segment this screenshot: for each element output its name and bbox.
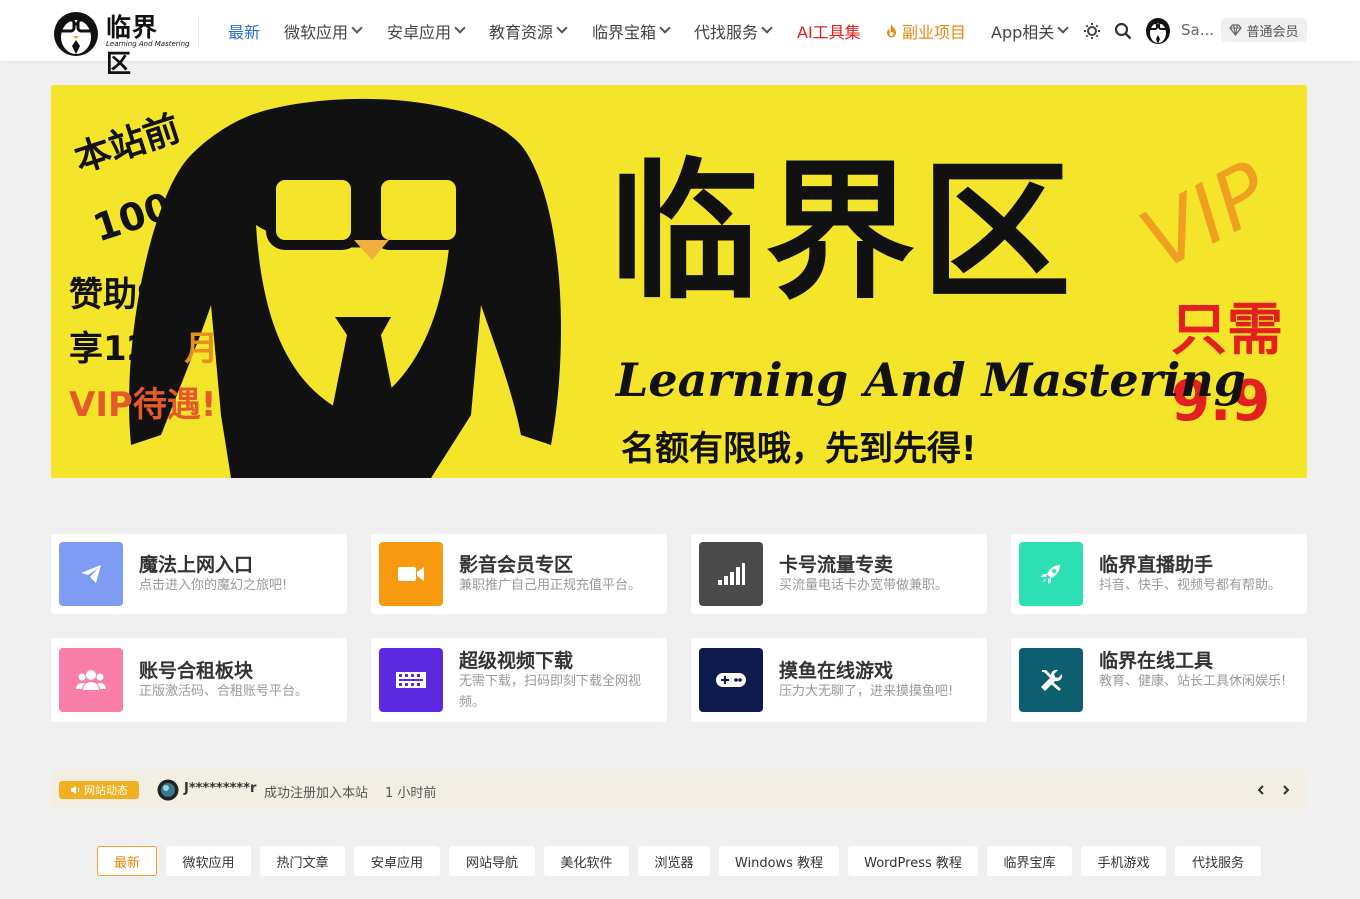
nav-item-treasure-box[interactable]: 临界宝箱 (592, 0, 671, 61)
nav-item-ai-tools[interactable]: AI工具集 (797, 0, 861, 61)
banner-left-line3: 赞助9.9 (69, 275, 198, 315)
site-activity-ticker: 网站动态 J*********r 成功注册加入本站 1 小时前 (51, 770, 1307, 810)
card-title: 卡号流量专卖 (779, 554, 894, 576)
avatar[interactable] (1144, 15, 1172, 45)
feature-card-live-assistant[interactable]: 临界直播助手 抖音、快手、视频号都有帮助。 (1011, 534, 1307, 614)
header-divider (198, 16, 199, 46)
search-icon[interactable] (1114, 22, 1132, 40)
tab-windows-tutorials[interactable]: Windows 教程 (719, 846, 839, 876)
video-camera-icon (379, 542, 443, 606)
user-name[interactable]: Sa... (1181, 21, 1214, 39)
tab-browsers[interactable]: 浏览器 (638, 846, 710, 876)
diamond-icon (1229, 24, 1243, 36)
card-title: 影音会员专区 (459, 554, 574, 576)
site-header: 临界区 Learning And Mastering 最新 微软应用 安卓应用 … (0, 0, 1360, 78)
chevron-right-icon[interactable] (1280, 784, 1292, 796)
tools-icon (1019, 648, 1083, 712)
speaker-icon (71, 786, 80, 794)
nav-item-android-apps[interactable]: 安卓应用 (387, 0, 466, 61)
nav-item-search-service[interactable]: 代找服务 (694, 0, 773, 61)
paper-plane-icon (59, 542, 123, 606)
gamepad-icon (699, 648, 763, 712)
nav-item-side-projects[interactable]: 副业项目 (884, 0, 966, 61)
flame-icon (887, 23, 896, 37)
tab-treasure-library[interactable]: 临界宝库 (987, 846, 1072, 876)
logo-tagline: Learning And Mastering (106, 40, 190, 48)
chevron-down-icon (351, 21, 363, 34)
card-title: 超级视频下载 (459, 650, 574, 672)
signal-bars-icon (699, 542, 763, 606)
ticker-time: 1 小时前 (385, 786, 437, 801)
chevron-down-icon (454, 21, 466, 34)
users-icon (59, 648, 123, 712)
nav-item-app[interactable]: App相关 (991, 0, 1069, 61)
card-desc: 买流量电话卡办宽带做兼职。 (779, 578, 949, 593)
film-strip-icon (379, 648, 443, 712)
feature-card-online-tools[interactable]: 临界在线工具 教育、健康、站长工具休闲娱乐! (1011, 638, 1307, 722)
card-desc: 抖音、快手、视频号都有帮助。 (1099, 578, 1282, 593)
tab-hot-posts[interactable]: 热门文章 (260, 846, 345, 876)
tab-android-apps[interactable]: 安卓应用 (354, 846, 440, 876)
banner-tagline: Learning And Mastering (616, 353, 1246, 407)
chevron-down-icon (1057, 21, 1069, 34)
banner-title: 临界区 (609, 146, 1078, 320)
nav-item-education[interactable]: 教育资源 (489, 0, 568, 61)
feature-card-shared-accounts[interactable]: 账号合租板块 正版激活码、合租账号平台。 (51, 638, 347, 722)
banner-left-line5: VIP待遇! (69, 385, 217, 425)
user-avatar[interactable] (157, 779, 179, 801)
chevron-down-icon (761, 21, 773, 34)
card-title: 账号合租板块 (139, 660, 254, 682)
tab-wordpress-tutorials[interactable]: WordPress 教程 (848, 846, 978, 876)
member-badge[interactable]: 普通会员 (1221, 18, 1307, 42)
ticker-message: 成功注册加入本站 (264, 786, 369, 801)
tab-site-nav[interactable]: 网站导航 (449, 846, 535, 876)
penguin-logo-icon (54, 12, 98, 56)
card-desc: 正版激活码、合租账号平台。 (139, 684, 309, 699)
card-desc: 无需下载，扫码即刻下载全网视频。 (459, 674, 642, 710)
feature-card-magic-internet[interactable]: 魔法上网入口 点击进入你的魔幻之旅吧! (51, 534, 347, 614)
banner-left-line4: 享12个月 (69, 329, 219, 369)
tab-mobile-games[interactable]: 手机游戏 (1081, 846, 1166, 876)
feature-card-online-games[interactable]: 摸鱼在线游戏 压力大无聊了，进来摸摸鱼吧! (691, 638, 987, 722)
tab-beautify-software[interactable]: 美化软件 (544, 846, 629, 876)
promo-banner[interactable]: 本站前 100名! 赞助9.9 享12个月 VIP待遇! 临界区 VIP 只需 … (51, 85, 1307, 478)
feature-card-media-vip[interactable]: 影音会员专区 兼职推广自己用正规充值平台。 (371, 534, 667, 614)
site-logo[interactable]: 临界区 Learning And Mastering (50, 6, 189, 78)
chevron-down-icon (556, 21, 568, 34)
card-title: 临界在线工具 (1099, 650, 1214, 672)
card-desc: 点击进入你的魔幻之旅吧! (139, 578, 288, 593)
tab-microsoft-apps[interactable]: 微软应用 (166, 846, 251, 876)
card-desc: 教育、健康、站长工具休闲娱乐! (1099, 674, 1287, 689)
theme-toggle-sun-icon[interactable] (1083, 22, 1101, 40)
banner-subline: 名额有限哦，先到先得! (621, 429, 977, 469)
card-desc: 压力大无聊了，进来摸摸鱼吧! (779, 684, 954, 699)
feature-card-sim-data[interactable]: 卡号流量专卖 买流量电话卡办宽带做兼职。 (691, 534, 987, 614)
ticker-user[interactable]: J*********r (184, 781, 256, 796)
card-title: 魔法上网入口 (139, 554, 254, 576)
activity-badge: 网站动态 (59, 781, 139, 799)
nav-item-microsoft-apps[interactable]: 微软应用 (284, 0, 363, 61)
tab-search-service[interactable]: 代找服务 (1175, 846, 1261, 876)
nav-item-latest[interactable]: 最新 (228, 0, 260, 61)
card-title: 临界直播助手 (1099, 554, 1214, 576)
chevron-left-icon[interactable] (1255, 784, 1267, 796)
card-title: 摸鱼在线游戏 (779, 660, 894, 682)
tab-latest[interactable]: 最新 (97, 846, 157, 876)
chevron-down-icon (659, 21, 671, 34)
feature-card-video-download[interactable]: 超级视频下载 无需下载，扫码即刻下载全网视频。 (371, 638, 667, 722)
rocket-icon (1019, 542, 1083, 606)
card-desc: 兼职推广自己用正规充值平台。 (459, 578, 642, 593)
